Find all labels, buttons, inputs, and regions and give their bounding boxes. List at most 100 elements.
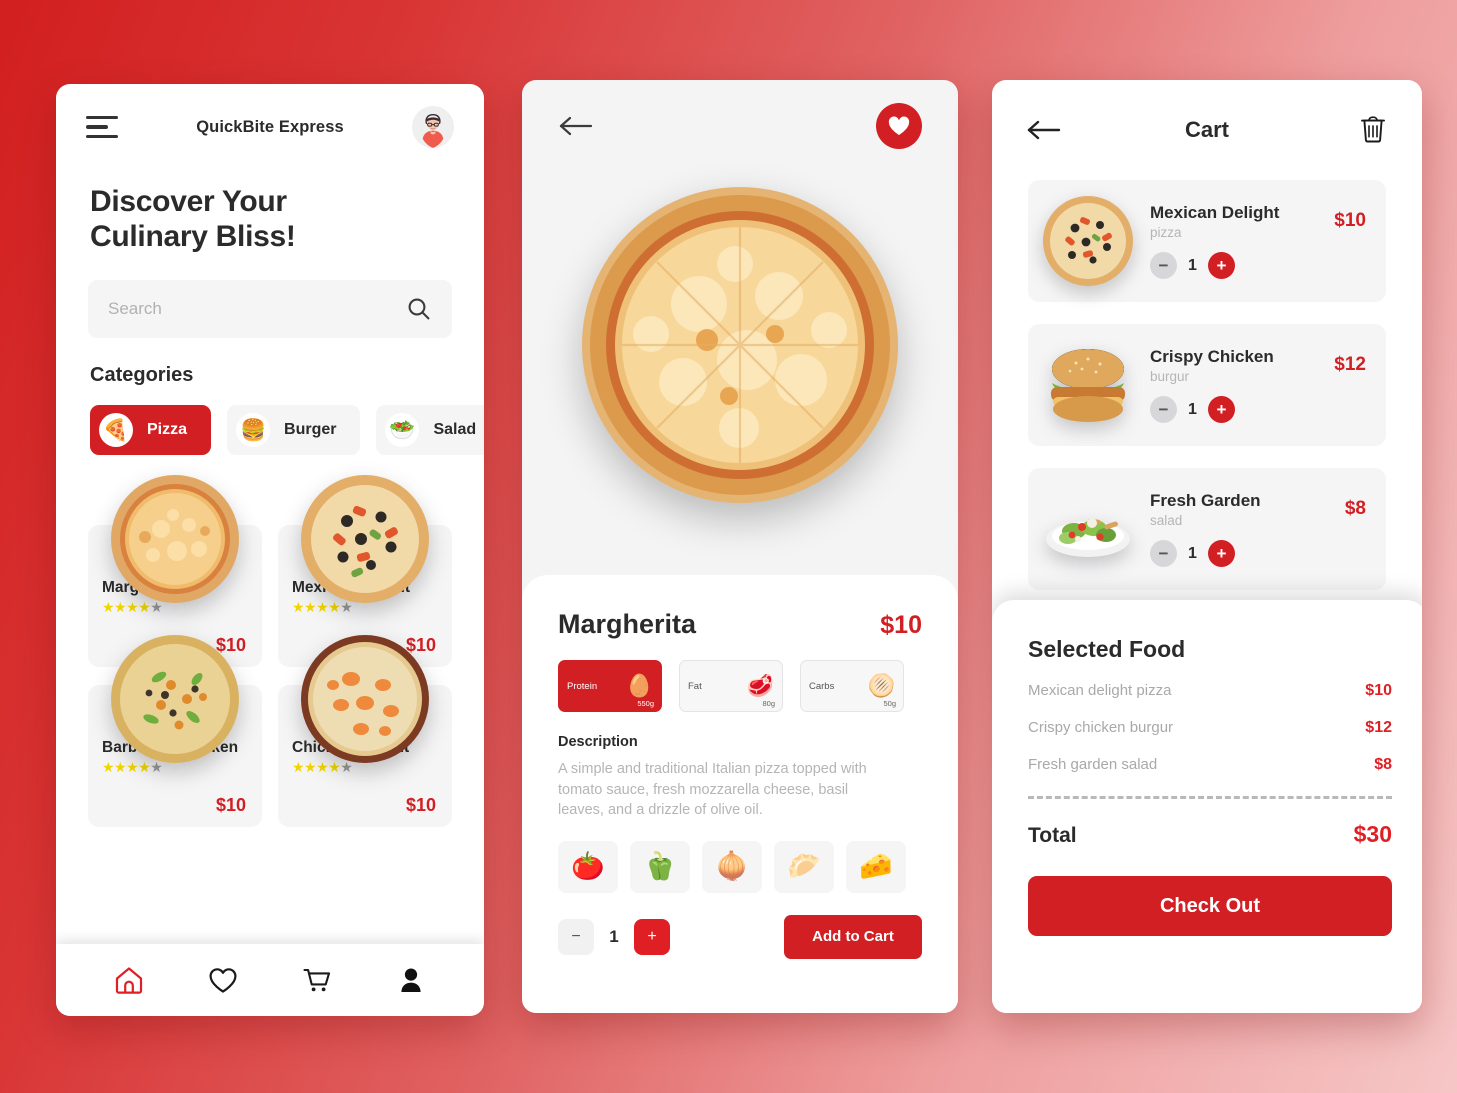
salad-icon: 🥗 xyxy=(385,413,420,448)
add-to-cart-button[interactable]: Add to Cart xyxy=(784,914,922,959)
quantity-decrease-button[interactable]: − xyxy=(1150,252,1177,279)
nutrition-label: Protein xyxy=(567,680,598,692)
nutrition-row[interactable]: Protein 🥚 550g Fat 🥩 80g Carbs 🫓 50g xyxy=(558,660,922,712)
hamburger-icon[interactable] xyxy=(86,115,118,139)
margherita-pizza-photo xyxy=(582,187,898,503)
quantity-increase-button[interactable]: + xyxy=(1207,252,1235,279)
hero-line-2: Culinary Bliss! xyxy=(90,220,296,254)
favorite-button[interactable] xyxy=(876,103,922,149)
back-arrow-icon[interactable] xyxy=(558,113,598,139)
burger-icon: 🍔 xyxy=(236,413,271,448)
quantity-decrease-button[interactable]: − xyxy=(558,918,594,955)
selected-food-panel: Selected Food Mexican delight pizza $10 … xyxy=(992,600,1422,1013)
search-placeholder: Search xyxy=(108,299,162,319)
ingredient-bell-pepper[interactable]: 🫑 xyxy=(630,840,690,893)
quantity-stepper[interactable]: − 1 + xyxy=(1150,540,1368,567)
quantity-value: 1 xyxy=(1188,400,1197,418)
heart-icon xyxy=(209,968,237,993)
nutrition-chip-carbs[interactable]: Carbs 🫓 50g xyxy=(800,660,904,712)
cart-item[interactable]: Mexican Delight pizza − 1 + $10 xyxy=(1028,180,1386,302)
home-screen: QuickBite Express Discover Your Culinary… xyxy=(56,84,484,1016)
category-label: Pizza xyxy=(147,421,188,439)
summary-line: Fresh garden salad $8 xyxy=(1028,756,1392,774)
margherita-pizza-image xyxy=(111,475,239,604)
ingredient-onion[interactable]: 🧅 xyxy=(702,840,762,893)
summary-item-name: Fresh garden salad xyxy=(1028,756,1158,773)
chicken-delight-pizza-image xyxy=(301,635,429,764)
description-text: A simple and traditional Italian pizza t… xyxy=(558,761,867,819)
cart-header: Cart xyxy=(992,80,1422,180)
back-arrow-icon[interactable] xyxy=(1026,117,1066,143)
cart-item-category: salad xyxy=(1150,513,1183,528)
bottom-navigation[interactable] xyxy=(56,944,484,1016)
cart-item[interactable]: Crispy Chicken burgur − 1 + $12 xyxy=(1028,324,1386,446)
detail-header xyxy=(522,80,958,172)
quantity-value: 1 xyxy=(1188,544,1197,562)
quantity-increase-button[interactable]: + xyxy=(1207,396,1235,423)
categories-row[interactable]: 🍕 Pizza 🍔 Burger 🥗 Salad xyxy=(56,387,484,456)
egg-icon: 🥚 xyxy=(625,673,653,698)
home-icon xyxy=(115,967,143,994)
cart-item-info: Fresh Garden salad − 1 + xyxy=(1150,491,1368,567)
checkout-button[interactable]: Check Out xyxy=(1028,876,1392,936)
tomato-icon: 🍅 xyxy=(571,851,605,882)
bell-pepper-icon: 🫑 xyxy=(643,851,677,882)
ingredient-cheese[interactable]: 🧀 xyxy=(846,840,906,893)
nav-home[interactable] xyxy=(112,963,146,997)
search-input[interactable]: Search xyxy=(88,280,452,339)
ingredients-row[interactable]: 🍅 🫑 🧅 🥟 🧀 xyxy=(558,840,922,893)
quantity-stepper[interactable]: − 1 + xyxy=(1150,252,1368,279)
clear-cart-button[interactable] xyxy=(1358,112,1388,149)
summary-item-amount: $10 xyxy=(1365,682,1392,699)
nutrition-grams: 80g xyxy=(762,699,775,708)
fresh-garden-salad-image xyxy=(1046,518,1130,557)
food-name: Margherita xyxy=(558,609,697,639)
onion-icon: 🧅 xyxy=(715,851,749,882)
food-card[interactable]: Chicken Delight ★★★★★ $10 xyxy=(278,635,452,828)
cart-item-price: $10 xyxy=(1334,210,1366,231)
summary-line: Crispy chicken burgur $12 xyxy=(1028,719,1392,737)
ingredient-dough[interactable]: 🥟 xyxy=(774,840,834,893)
category-label: Salad xyxy=(433,421,477,439)
cart-items-list: Mexican Delight pizza − 1 + $10 Crispy C… xyxy=(992,180,1422,590)
barbeque-chicken-pizza-image xyxy=(111,635,239,764)
quantity-stepper[interactable]: − 1 + Add to Cart xyxy=(558,914,922,959)
person-icon xyxy=(401,968,421,992)
quantity-decrease-button[interactable]: − xyxy=(1150,540,1177,567)
nav-profile[interactable] xyxy=(394,963,428,997)
quantity-stepper[interactable]: − 1 + xyxy=(1150,396,1368,423)
nutrition-chip-protein[interactable]: Protein 🥚 550g xyxy=(558,660,662,712)
search-icon[interactable] xyxy=(406,296,432,322)
detail-title-row: Margherita $10 xyxy=(558,609,922,640)
ingredient-tomato[interactable]: 🍅 xyxy=(558,840,618,893)
nav-favorites[interactable] xyxy=(206,963,240,997)
dough-icon: 🥟 xyxy=(787,851,821,882)
quantity-decrease-button[interactable]: − xyxy=(1150,396,1177,423)
category-chip-burger[interactable]: 🍔 Burger xyxy=(227,405,361,456)
category-chip-pizza[interactable]: 🍕 Pizza xyxy=(90,405,212,456)
cart-item[interactable]: Fresh Garden salad − 1 + $8 xyxy=(1028,468,1386,590)
quantity-increase-button[interactable]: + xyxy=(634,918,670,955)
category-chip-salad[interactable]: 🥗 Salad xyxy=(376,405,484,456)
description-heading: Description xyxy=(558,734,638,750)
food-price: $10 xyxy=(215,795,246,816)
nav-cart[interactable] xyxy=(300,963,334,997)
cart-item-price: $12 xyxy=(1334,354,1366,375)
quantity-increase-button[interactable]: + xyxy=(1207,540,1235,567)
total-row: Total $30 xyxy=(1028,821,1392,848)
avatar[interactable] xyxy=(412,106,454,148)
trash-icon xyxy=(1361,115,1385,142)
meat-icon: 🥩 xyxy=(746,673,774,698)
page-title: Discover Your Culinary Bliss! xyxy=(56,170,484,254)
bread-icon: 🫓 xyxy=(867,673,895,698)
total-amount: $30 xyxy=(1353,821,1392,847)
food-price: $10 xyxy=(405,795,436,816)
home-header: QuickBite Express xyxy=(56,84,484,170)
user-avatar-icon xyxy=(412,106,454,148)
food-price: $10 xyxy=(880,611,922,639)
food-card[interactable]: Barbeque Chicken ★★★★★ $10 xyxy=(88,635,262,828)
cart-item-price: $8 xyxy=(1344,498,1366,519)
nutrition-chip-fat[interactable]: Fat 🥩 80g xyxy=(679,660,783,712)
heart-icon xyxy=(888,116,910,135)
quantity-value: 1 xyxy=(1188,256,1197,274)
